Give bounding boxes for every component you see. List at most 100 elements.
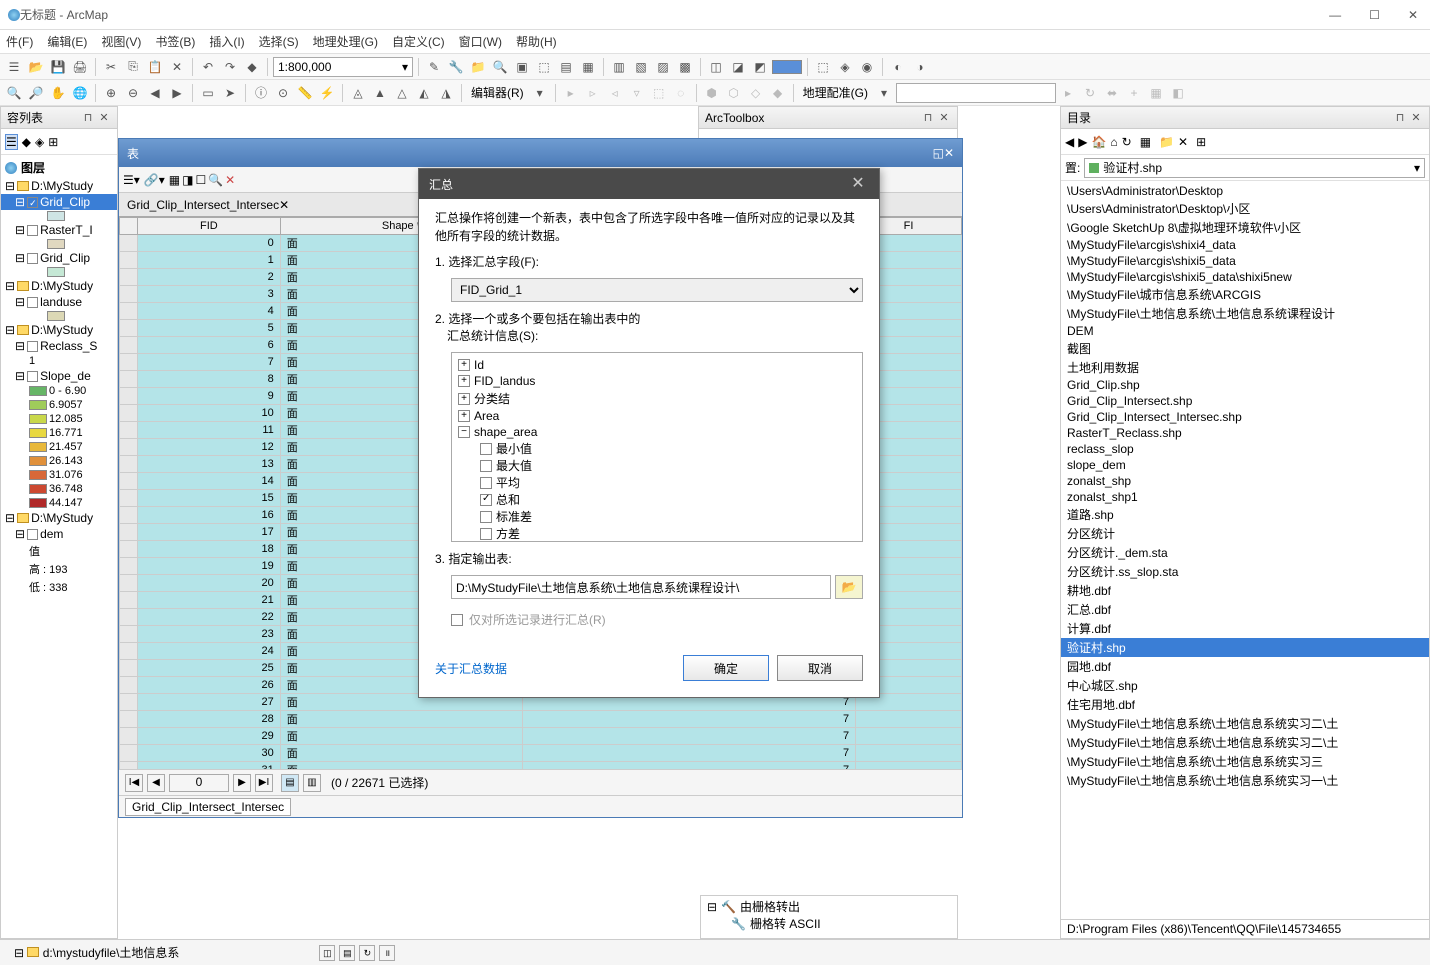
layers-root[interactable]: 图层 — [1, 157, 117, 178]
toc-item[interactable] — [1, 238, 117, 250]
catalog-item[interactable]: slope_dem — [1061, 457, 1429, 473]
toc-item[interactable]: 36.748 — [1, 482, 117, 496]
menu-file[interactable]: 件(F) — [4, 31, 35, 52]
close-icon[interactable]: ✕ — [847, 173, 869, 195]
tb-icon[interactable]: ◪ — [728, 57, 748, 77]
tb-icon[interactable]: ◩ — [750, 57, 770, 77]
catalog-item[interactable]: Grid_Clip_Intersect.shp — [1061, 393, 1429, 409]
prev-extent-icon[interactable]: ◀ — [145, 83, 165, 103]
toc-item[interactable]: ⊟ D:\MyStudy — [1, 178, 117, 194]
browse-button[interactable]: 📂 — [835, 575, 863, 599]
select-icon[interactable]: ▭ — [198, 83, 218, 103]
editor-menu[interactable]: 编辑器(R) — [467, 84, 528, 101]
maximize-button[interactable]: ☐ — [1365, 8, 1384, 22]
list-by-source-icon[interactable]: ◆ — [22, 135, 31, 149]
undo-icon[interactable]: ↶ — [198, 57, 218, 77]
field-list-item[interactable]: +Id — [456, 357, 858, 373]
statistics-field-list[interactable]: +Id+FID_landus+分类结+Area−shape_area最小值最大值… — [451, 352, 863, 542]
menu-insert[interactable]: 插入(I) — [207, 31, 246, 52]
toc-item[interactable]: ⊟ Grid_Clip — [1, 250, 117, 266]
menu-bookmarks[interactable]: 书签(B) — [153, 31, 197, 52]
list-by-visibility-icon[interactable]: ◈ — [35, 135, 44, 149]
toc-item[interactable]: 6.9057 — [1, 398, 117, 412]
pin-icon[interactable]: ⊓ — [921, 111, 935, 125]
results-icon[interactable]: ▤ — [556, 57, 576, 77]
tb-icon[interactable]: ◐ — [888, 57, 908, 77]
toggle-icon[interactable]: ▦ — [1140, 135, 1151, 149]
fixed-zoom-out-icon[interactable]: ⊖ — [123, 83, 143, 103]
options-icon[interactable]: ⊞ — [1196, 135, 1206, 149]
catalog-item[interactable]: 分区统计.ss_slop.sta — [1061, 562, 1429, 581]
search-icon[interactable]: 🔍 — [490, 57, 510, 77]
cancel-button[interactable]: 取消 — [777, 655, 863, 681]
dialog-title-bar[interactable]: 汇总 ✕ — [419, 169, 879, 199]
tb-icon[interactable]: ▲ — [370, 83, 390, 103]
location-combo[interactable]: 验证村.shp ▾ — [1084, 158, 1425, 178]
toc-item[interactable]: ⊟ D:\MyStudy — [1, 278, 117, 294]
list-by-selection-icon[interactable]: ⊞ — [48, 135, 58, 149]
toc-item[interactable]: ⊟ Grid_Clip — [1, 194, 117, 210]
catalog-item[interactable]: 园地.dbf — [1061, 657, 1429, 676]
toc-item[interactable]: ⊟ Slope_de — [1, 368, 117, 384]
catalog-item[interactable]: zonalst_shp — [1061, 473, 1429, 489]
forward-icon[interactable]: ▶ — [1078, 135, 1087, 149]
table-row[interactable]: 29面7 — [120, 728, 962, 745]
toc-item[interactable]: 16.771 — [1, 426, 117, 440]
tb-icon[interactable]: ▩ — [675, 57, 695, 77]
table-row[interactable]: 30面7 — [120, 745, 962, 762]
catalog-tree[interactable]: \Users\Administrator\Desktop\Users\Admin… — [1061, 181, 1429, 919]
toc-item[interactable]: 低 : 338 — [1, 578, 117, 596]
add-data-icon[interactable]: ◆ — [242, 57, 262, 77]
zoom-out-icon[interactable]: 🔎 — [26, 83, 46, 103]
catalog-item[interactable]: DEM — [1061, 323, 1429, 339]
restore-icon[interactable]: ◱ — [933, 146, 944, 160]
catalog-item[interactable]: reclass_slop — [1061, 441, 1429, 457]
data-view-button[interactable]: ◫ — [319, 945, 335, 961]
chevron-down-icon[interactable]: ▾ — [530, 83, 550, 103]
tb-icon[interactable]: ◮ — [436, 83, 456, 103]
tb-icon[interactable]: ⬚ — [813, 57, 833, 77]
toc-tree[interactable]: 图层 ⊟ D:\MyStudy⊟ Grid_Clip⊟ RasterT_I⊟ G… — [1, 155, 117, 938]
table-row[interactable]: 31面7 — [120, 762, 962, 770]
close-icon[interactable]: ✕ — [937, 111, 951, 125]
prev-record-button[interactable]: ◀ — [147, 774, 165, 792]
menu-selection[interactable]: 选择(S) — [257, 31, 301, 52]
disconnect-icon[interactable]: ✕ — [1178, 135, 1188, 149]
toc-item[interactable]: 12.085 — [1, 412, 117, 426]
toc-item[interactable]: 44.147 — [1, 496, 117, 510]
ok-button[interactable]: 确定 — [683, 655, 769, 681]
catalog-item[interactable]: zonalst_shp1 — [1061, 489, 1429, 505]
menu-help[interactable]: 帮助(H) — [514, 31, 559, 52]
catalog-item[interactable]: Grid_Clip.shp — [1061, 377, 1429, 393]
pan-icon[interactable]: ✋ — [48, 83, 68, 103]
catalog-item[interactable]: 中心城区.shp — [1061, 676, 1429, 695]
refresh-icon[interactable]: ↻ — [1122, 135, 1132, 149]
summarize-field-select[interactable]: FID_Grid_1 — [451, 278, 863, 302]
measure-icon[interactable]: 📏 — [295, 83, 315, 103]
tb-icon[interactable]: ◈ — [835, 57, 855, 77]
catalog-item[interactable]: 截图 — [1061, 339, 1429, 358]
field-list-item[interactable]: +Area — [456, 408, 858, 424]
catalog-item[interactable]: \MyStudyFile\土地信息系统\土地信息系统实习三 — [1061, 752, 1429, 771]
field-list-item[interactable]: 标准差 — [456, 508, 858, 525]
hyperlink-icon[interactable]: ⚡ — [317, 83, 337, 103]
field-list-item[interactable]: 方差 — [456, 525, 858, 542]
toc-item[interactable] — [1, 266, 117, 278]
catalog-item[interactable]: \MyStudyFile\土地信息系统\土地信息系统课程设计 — [1061, 304, 1429, 323]
catalog-item[interactable]: Grid_Clip_Intersect_Intersec.shp — [1061, 409, 1429, 425]
toc-item[interactable] — [1, 210, 117, 222]
cut-icon[interactable]: ✂ — [101, 57, 121, 77]
column-header[interactable]: FID — [138, 218, 281, 235]
catalog-item[interactable]: \Users\Administrator\Desktop — [1061, 183, 1429, 199]
show-selected-button[interactable]: ▥ — [303, 774, 321, 792]
field-list-item[interactable]: +分类结 — [456, 389, 858, 408]
color-swatch[interactable] — [772, 60, 802, 74]
toc-item[interactable]: 26.143 — [1, 454, 117, 468]
close-icon[interactable]: ✕ — [97, 111, 111, 125]
catalog-item[interactable]: 道路.shp — [1061, 505, 1429, 524]
output-table-input[interactable] — [451, 575, 831, 599]
full-extent-icon[interactable]: 🌐 — [70, 83, 90, 103]
catalog-item[interactable]: \MyStudyFile\arcgis\shixi5_data — [1061, 253, 1429, 269]
tb-icon[interactable]: ▧ — [631, 57, 651, 77]
toc-item[interactable]: ⊟ D:\MyStudy — [1, 322, 117, 338]
